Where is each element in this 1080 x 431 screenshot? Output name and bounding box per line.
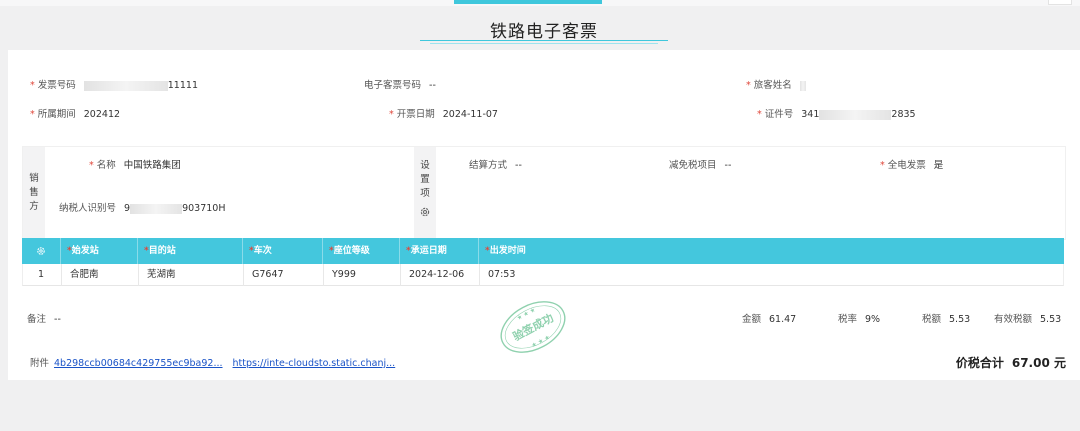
settlement-field: 结算方式 -- [469,160,522,171]
passenger-name-field: * 旅客姓名 [746,77,806,91]
issue-date-value: 2024-11-07 [442,109,498,120]
total-label: 价税合计 [955,356,1004,370]
required-marker: * [89,160,94,171]
issue-date-label: 开票日期 [396,109,435,120]
column-header[interactable]: *座位等级 [322,238,399,264]
page-title: 铁路电子客票 [490,22,598,42]
attachment-file-link[interactable]: 4b298ccb00684c429755ec9ba92... [54,358,223,369]
seller-name-value: 中国铁路集团 [123,160,181,171]
table-cell[interactable]: 07:53 [479,264,1063,286]
invoice-number-value: 11111 [167,80,198,91]
amount-value: 61.47 [769,314,797,325]
remark-value: -- [54,314,61,325]
e-ticket-number-field: 电子客票号码 -- [364,77,436,91]
id-number-field: * 证件号 341 2835 [757,109,916,120]
table-cell[interactable]: 芜湖南 [138,264,243,286]
masked-value [819,109,892,120]
table-cell[interactable]: 合肥南 [61,264,138,286]
masked-value [130,203,183,214]
title-underline [420,40,668,41]
period-label: 所属期间 [37,109,76,120]
tax-rate-field: 税率 9% [838,314,881,325]
column-header[interactable]: *车次 [242,238,322,264]
passenger-name-label: 旅客姓名 [753,80,792,91]
gear-icon[interactable] [419,206,431,218]
seller-name-label: 名称 [96,160,116,171]
remark-label: 备注 [27,314,47,325]
attachments-field: 附件 4b298ccb00684c429755ec9ba92... https://… [30,355,395,369]
column-header[interactable]: *承运日期 [399,238,478,264]
period-value: 202412 [83,109,121,120]
invoice-number-label: 发票号码 [37,80,76,91]
tax-rate-value: 9% [865,314,881,325]
required-marker: * [746,80,751,91]
settings-side-label: 设 置 项 [414,147,436,239]
attachments-label: 附件 [30,358,50,369]
table-settings-icon[interactable] [22,238,60,264]
seller-section: 销 售 方 * 名称 中国铁路集团 纳税人识别号 9 903710H 设 置 项 结算方… [22,146,1066,240]
active-tab-indicator[interactable] [454,0,602,4]
e-ticket-number-value: -- [429,80,436,91]
masked-value [83,80,168,91]
settlement-label: 结算方式 [469,160,508,171]
tax-amount-field: 税额 5.53 [922,314,971,325]
required-marker: * [30,80,35,91]
full-e-invoice-label: 全电发票 [887,160,926,171]
tax-id-label: 纳税人识别号 [59,203,117,214]
period-field: * 所属期间 202412 [30,106,120,120]
row-index: 1 [38,269,45,280]
column-header[interactable]: *目的站 [137,238,242,264]
verification-stamp: 验签成功 ★ ★ ★ ★ ★ ★ [494,296,572,358]
window-control[interactable] [1048,0,1072,5]
column-header[interactable]: *出发时间 [478,238,1064,264]
seller-name-field: * 名称 中国铁路集团 [89,157,181,171]
table-cell[interactable]: Y999 [323,264,400,286]
title-underline-secondary [430,43,658,44]
tax-amount-value: 5.53 [949,314,971,325]
column-header[interactable]: *始发站 [60,238,137,264]
table-header: *始发站 *目的站 *车次 *座位等级 *承运日期 *出发时间 [22,238,1064,264]
tax-id-field: 纳税人识别号 9 903710H [59,203,226,214]
remark-field: 备注 -- [27,311,61,325]
attachment-url-link[interactable]: https://inte-cloudsto.static.chanj... [233,358,396,369]
table-cell[interactable]: G7647 [243,264,323,286]
required-marker: * [880,160,885,171]
table-cell[interactable]: 2024-12-06 [400,264,479,286]
table-row[interactable]: 1 合肥南 芜湖南 G7647 Y999 2024-12-06 07:53 [22,264,1064,286]
amount-field: 金额 61.47 [742,314,797,325]
effective-tax-value: 5.53 [1040,314,1062,325]
total-amount: 价税合计 67.00 元 [956,354,1066,371]
required-marker: * [30,109,35,120]
invoice-number-field: * 发票号码 11111 [30,77,198,91]
seller-side-label: 销 售 方 [23,147,45,239]
tax-exempt-label: 减免税项目 [669,160,717,171]
full-e-invoice-field: * 全电发票是 [880,160,944,171]
id-number-label: 证件号 [764,109,794,120]
issue-date-field: * 开票日期 2024-11-07 [389,106,498,120]
required-marker: * [757,109,762,120]
total-value: 67.00 元 [1011,356,1066,370]
e-ticket-number-label: 电子客票号码 [364,80,422,91]
effective-tax-field: 有效税额 5.53 [994,314,1062,325]
required-marker: * [389,109,394,120]
tax-exempt-field: 减免税项目 -- [669,160,732,171]
masked-value [799,80,806,91]
